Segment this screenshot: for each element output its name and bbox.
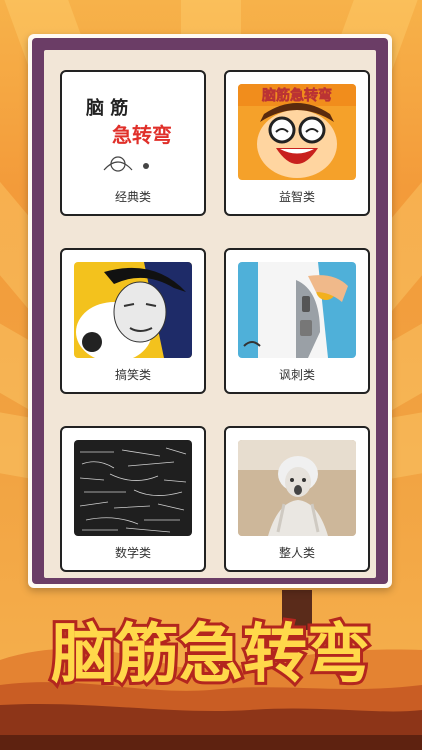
laughing-face-icon: 脑筋急转弯 [238,84,356,178]
category-card-prank[interactable]: 整人类 [224,426,370,572]
category-label: 益智类 [278,190,315,204]
category-label: 搞笑类 [114,368,151,382]
math-thumbnail [74,440,192,536]
satire-thumbnail [238,262,356,358]
category-label: 讽刺类 [278,368,315,382]
category-card-classic[interactable]: 脑 筋 急转弯 经典类 [60,70,206,216]
svg-text:脑筋急转弯: 脑筋急转弯 [262,87,332,104]
category-panel: 脑 筋 急转弯 经典类 脑筋急转弯 益智类 搞笑类 讽刺类 数学类 整人类 [44,50,376,578]
category-label: 整人类 [278,546,315,560]
category-card-funny[interactable]: 搞笑类 [60,248,206,394]
frame-border: 脑 筋 急转弯 经典类 脑筋急转弯 益智类 搞笑类 讽刺类 数学类 整人类 [32,38,388,584]
svg-text:急转弯: 急转弯 [112,123,172,147]
category-label: 数学类 [114,546,151,560]
svg-text:脑 筋: 脑 筋 [86,97,128,119]
meme-face-icon [76,262,192,358]
category-card-puzzle[interactable]: 脑筋急转弯 益智类 [224,70,370,216]
puzzle-thumbnail: 脑筋急转弯 [238,84,356,180]
chalkboard-formulas-icon [79,447,187,533]
category-card-math[interactable]: 数学类 [60,426,206,572]
category-card-satire[interactable]: 讽刺类 [224,248,370,394]
statue-performer-icon [238,440,356,536]
prank-thumbnail [238,440,356,536]
category-label: 经典类 [114,190,151,204]
classic-thumbnail: 脑 筋 急转弯 [74,84,192,180]
category-frame: 脑 筋 急转弯 经典类 脑筋急转弯 益智类 搞笑类 讽刺类 数学类 整人类 [28,34,392,588]
coin-slot-back-icon [243,262,348,358]
svg-text:脑筋急转弯: 脑筋急转弯 [51,618,371,692]
brain-teaser-logo-icon: 脑 筋 急转弯 [86,97,172,172]
funny-thumbnail [74,262,192,358]
app-title-banner: 脑筋急转弯 [48,615,374,695]
